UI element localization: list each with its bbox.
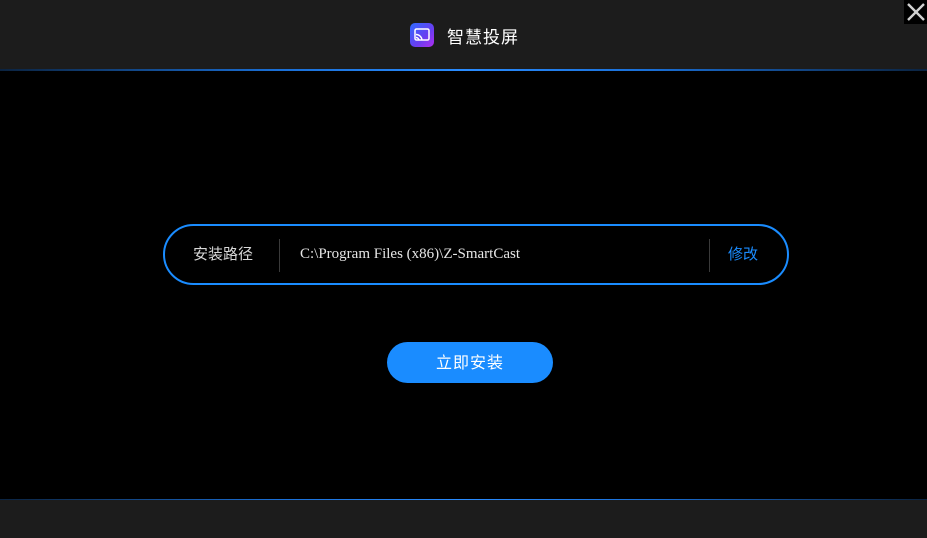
install-path-label: 安装路径	[193, 245, 254, 263]
divider	[279, 239, 280, 272]
window-title: 智慧投屏	[447, 27, 519, 48]
close-button[interactable]	[904, 0, 927, 24]
title-divider	[0, 69, 927, 71]
footer-bar	[0, 500, 927, 538]
divider	[709, 239, 710, 272]
install-path-box: 安装路径 C:\Program Files (x86)\Z-SmartCast …	[163, 224, 789, 285]
installer-window: 智慧投屏 安装路径 C:\Program Files (x86)\Z-Smart…	[0, 0, 927, 538]
title-group: 智慧投屏	[410, 22, 519, 48]
title-bar: 智慧投屏	[0, 0, 927, 70]
close-icon	[906, 3, 925, 21]
cast-icon	[410, 23, 434, 47]
install-now-button[interactable]: 立即安装	[387, 342, 553, 383]
modify-path-link[interactable]: 修改	[728, 226, 758, 283]
install-path-input[interactable]: C:\Program Files (x86)\Z-SmartCast	[300, 226, 520, 283]
